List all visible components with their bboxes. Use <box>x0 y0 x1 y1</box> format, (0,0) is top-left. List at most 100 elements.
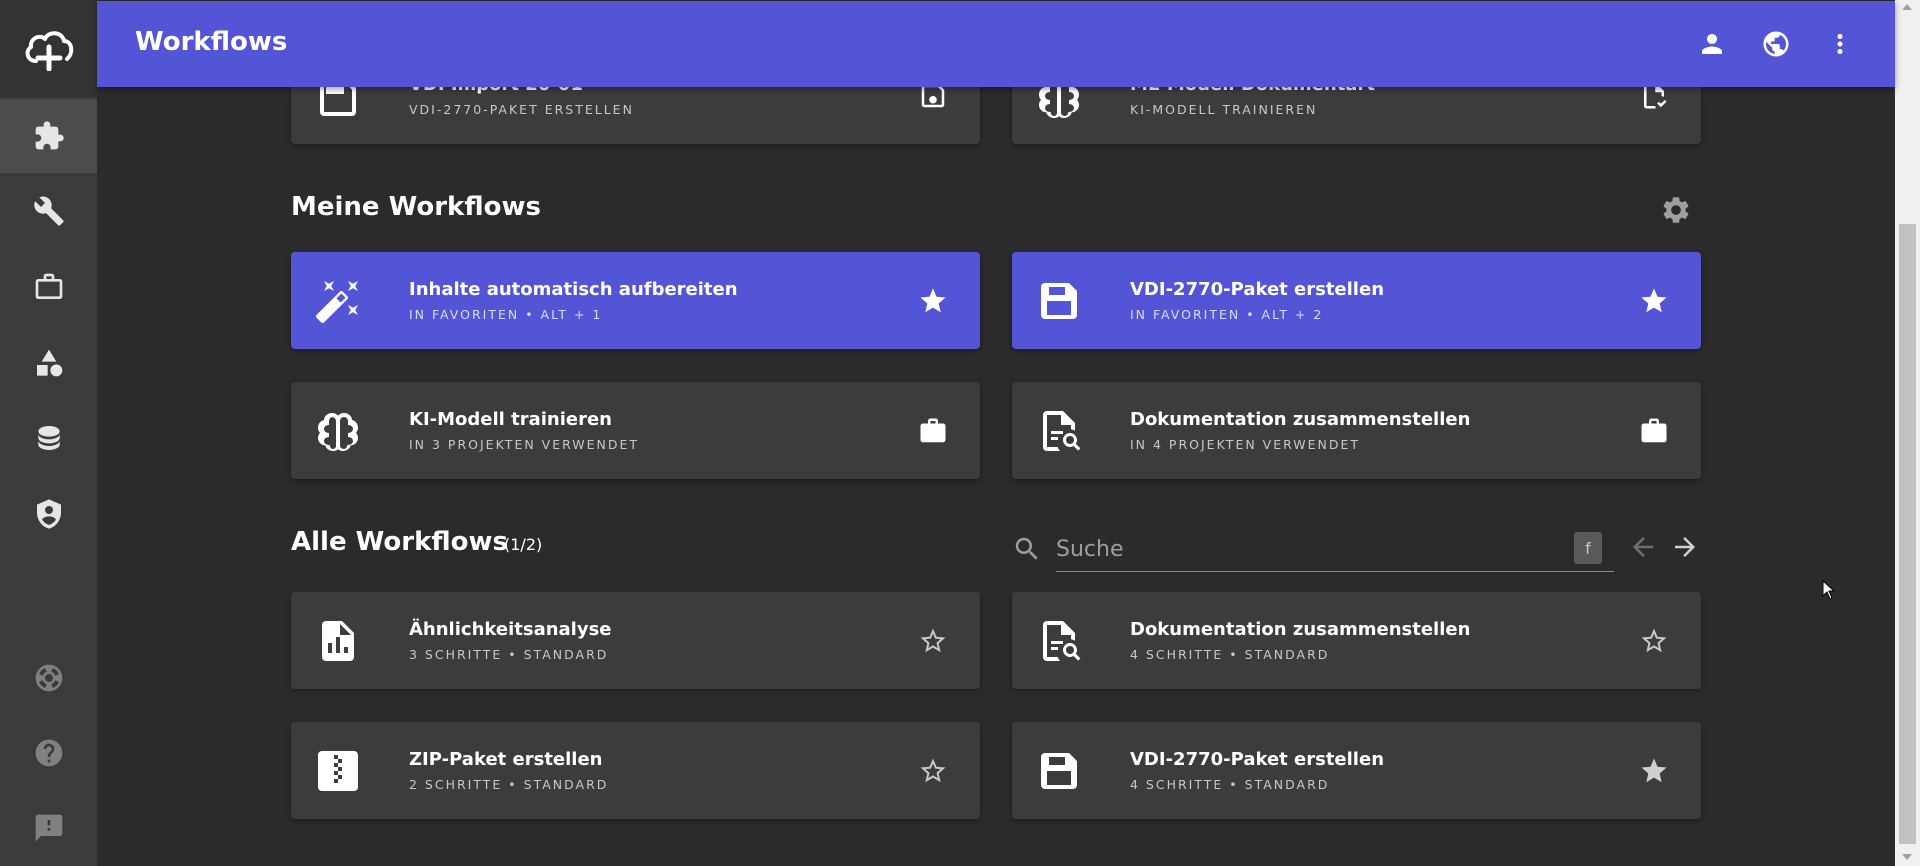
star-outline-icon <box>920 758 946 783</box>
puzzle-icon <box>35 121 64 150</box>
star-icon <box>1641 288 1667 313</box>
shapes-icon <box>36 349 62 377</box>
chart-file-icon <box>322 621 354 661</box>
save-icon <box>1041 283 1077 319</box>
sidebar-item-help[interactable] <box>0 716 97 790</box>
brain-icon <box>318 413 358 451</box>
card-subtitle: In Favoriten • Alt + 2 <box>1130 307 1324 322</box>
workflow-card[interactable]: VDI-2770-Paket erstellen 4 Schritte • St… <box>1012 722 1701 819</box>
c-icon <box>1034 406 1084 456</box>
sidebar <box>0 0 97 866</box>
wrench-icon <box>33 196 64 226</box>
search-box <box>1012 528 1614 572</box>
favorite-toggle[interactable] <box>1637 754 1671 788</box>
gear-icon <box>1663 197 1689 223</box>
logo[interactable] <box>0 0 97 97</box>
favorite-workflow-card[interactable]: VDI-2770-Paket erstellen In Favoriten • … <box>1012 252 1701 349</box>
c-icon <box>313 406 363 456</box>
scroll-down-arrow[interactable] <box>1902 854 1912 860</box>
mouse-cursor-icon <box>1822 580 1836 600</box>
star-outline-icon <box>1641 628 1667 653</box>
zip-icon <box>318 751 358 791</box>
projects-button[interactable] <box>1637 414 1671 448</box>
support-icon <box>35 664 62 692</box>
project-workflow-card[interactable]: KI-Modell trainieren In 3 Projekten verw… <box>291 382 980 479</box>
cloud-add-icon <box>25 30 73 71</box>
card-subtitle: In 4 Projekten verwendet <box>1130 437 1361 452</box>
more-menu-button[interactable] <box>1823 27 1857 61</box>
sidebar-item-support[interactable] <box>0 641 97 715</box>
arrow-left-icon <box>1633 537 1653 557</box>
sidebar-item-tools[interactable] <box>0 174 97 248</box>
page-indicator: (1/2) <box>504 535 543 554</box>
favorite-toggle[interactable] <box>916 624 950 658</box>
shield-user-icon <box>36 499 61 529</box>
account-button[interactable] <box>1695 27 1729 61</box>
card-title: VDI-2770-Paket erstellen <box>1130 749 1385 770</box>
c-icon <box>313 276 363 326</box>
database-icon <box>37 426 60 450</box>
favorite-toggle[interactable] <box>1637 624 1671 658</box>
search-icon <box>1012 534 1042 564</box>
workflow-card[interactable]: Ähnlichkeitsanalyse 3 Schritte • Standar… <box>291 592 980 689</box>
previous-page-button[interactable] <box>1628 532 1660 564</box>
card-title: Inhalte automatisch aufbereiten <box>409 279 738 300</box>
my-workflows-title: Meine Workflows <box>291 192 541 222</box>
sidebar-item-feedback[interactable] <box>0 791 97 865</box>
app: Workflows VDI Import 20-01 VDI-2770-Pake… <box>0 0 1920 866</box>
workflow-card[interactable]: Dokumentation zusammenstellen 4 Schritte… <box>1012 592 1701 689</box>
c-icon <box>1034 276 1084 326</box>
projects-button[interactable] <box>916 414 950 448</box>
card-subtitle: KI-Modell trainieren <box>1130 102 1318 117</box>
star-icon <box>1641 758 1667 783</box>
briefcase-icon <box>920 418 946 443</box>
save-icon <box>1041 753 1077 789</box>
app-bar: Workflows <box>97 1 1895 87</box>
briefcase-icon <box>35 273 62 299</box>
card-subtitle: 2 Schritte • Standard <box>409 777 609 792</box>
all-workflows-title: Alle Workflows <box>291 527 508 557</box>
c-icon <box>1034 616 1084 666</box>
c-icon <box>313 616 363 666</box>
card-title: ZIP-Paket erstellen <box>409 749 603 770</box>
card-subtitle: 3 Schritte • Standard <box>409 647 609 662</box>
c-icon <box>313 746 363 796</box>
magic-wand-icon <box>315 281 358 324</box>
language-button[interactable] <box>1759 27 1793 61</box>
card-title: Ähnlichkeitsanalyse <box>409 619 612 640</box>
more-vert-icon <box>1837 34 1843 54</box>
star-icon <box>920 288 946 313</box>
sidebar-item-workflows[interactable] <box>0 99 97 173</box>
arrow-right-icon <box>1675 537 1695 557</box>
favorite-toggle[interactable] <box>916 754 950 788</box>
document-search-icon <box>1043 621 1081 661</box>
scrollbar[interactable] <box>1895 0 1920 866</box>
card-subtitle: VDI-2770-Paket erstellen <box>409 102 634 117</box>
workflow-card[interactable]: ZIP-Paket erstellen 2 Schritte • Standar… <box>291 722 980 819</box>
sidebar-item-data[interactable] <box>0 401 97 475</box>
c-icon <box>1034 746 1084 796</box>
briefcase-icon <box>1641 418 1667 443</box>
globe-icon <box>1763 31 1789 57</box>
scroll-up-arrow[interactable] <box>1902 4 1912 10</box>
feedback-icon <box>35 814 62 842</box>
help-icon <box>35 739 62 767</box>
next-page-button[interactable] <box>1670 532 1702 564</box>
scrollbar-thumb[interactable] <box>1899 224 1916 844</box>
card-title: KI-Modell trainieren <box>409 409 612 430</box>
shortcut-hint: f <box>1574 532 1602 564</box>
card-title: Dokumentation zusammenstellen <box>1130 409 1471 430</box>
search-input[interactable] <box>1056 528 1614 572</box>
star-outline-icon <box>920 628 946 653</box>
sidebar-item-admin[interactable] <box>0 477 97 551</box>
favorite-toggle[interactable] <box>916 284 950 318</box>
workflow-settings-button[interactable] <box>1660 194 1694 228</box>
sidebar-item-models[interactable] <box>0 326 97 400</box>
favorite-toggle[interactable] <box>1637 284 1671 318</box>
favorite-workflow-card[interactable]: Inhalte automatisch aufbereiten In Favor… <box>291 252 980 349</box>
card-subtitle: 4 Schritte • Standard <box>1130 777 1330 792</box>
project-workflow-card[interactable]: Dokumentation zusammenstellen In 4 Proje… <box>1012 382 1701 479</box>
card-title: Dokumentation zusammenstellen <box>1130 619 1471 640</box>
card-subtitle: 4 Schritte • Standard <box>1130 647 1330 662</box>
sidebar-item-projects[interactable] <box>0 250 97 324</box>
